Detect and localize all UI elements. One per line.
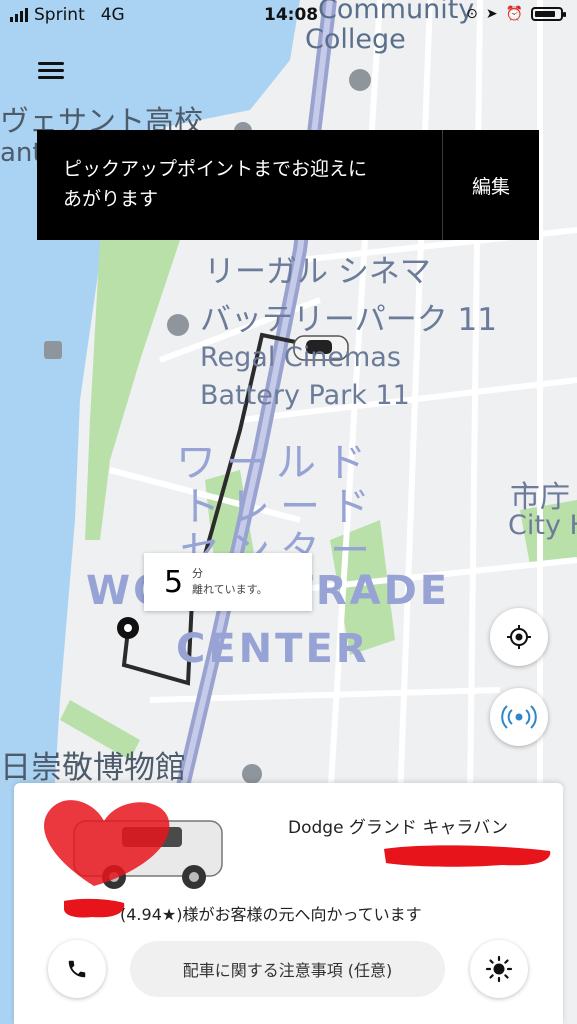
eta-bubble: 5 分 離れています。 [144,553,312,611]
network-label: 4G [100,5,125,25]
college-poi-icon [349,69,371,91]
carrier-label: Sprint [34,5,85,25]
driver-rating: (4.94★) [120,905,183,924]
pickup-notes-button[interactable]: 配車に関する注意事項 (任意) [130,941,445,997]
driver-status-text: 様がお客様の元へ向かっています [182,905,422,924]
phone-icon [68,960,86,978]
map-label-cinema-jp-2: バッテリーパーク 11 [200,302,497,338]
eta-value: 5 [164,564,184,600]
driver-status: (4.94★)様がお客様の元へ向かっています [74,901,422,925]
status-bar: Sprint 4G 14:08 ⊙ ➤ ⏰ [0,0,577,32]
cinema-poi-icon [167,314,189,336]
share-status-button[interactable] [470,940,528,998]
status-time: 14:08 [264,5,319,25]
recenter-button[interactable] [490,608,548,666]
location-arrow-icon: ➤ [485,6,498,22]
hamburger-menu-icon[interactable] [38,60,64,82]
license-plate-redacted [384,845,551,867]
battery-icon [531,7,566,21]
call-driver-button[interactable] [48,940,106,998]
vehicle-model: Dodge グランド キャラバン [288,818,509,838]
building-poi-icon [44,341,62,359]
signal-icon [10,8,28,22]
orientation-lock-icon: ⊙ [466,6,478,22]
map-label-cinema-en-2: Battery Park 11 [200,380,410,411]
eta-unit: 分 [192,567,203,580]
broadcast-icon [501,705,537,729]
map-label-cinema-en-1: Regal Cinemas [200,342,401,373]
trip-sheet: Dodge グランド キャラバン (4.94★)様がお客様の元へ向かっています … [14,783,563,1024]
pickup-banner: ピックアップポイントまでお迎えに あがります 編集 [37,130,539,240]
alarm-icon: ⏰ [505,6,523,22]
map-label-wtc-en-2: CENTER [176,626,370,672]
banner-message-line1: ピックアップポイントまでお迎えに [63,158,368,180]
map-label-cityhall-en: City H [508,510,577,541]
banner-message: ピックアップポイントまでお迎えに あがります [37,130,442,240]
safety-button[interactable] [490,688,548,746]
museum-poi-icon [242,764,262,784]
driver-car-image [44,800,223,889]
map-label-museum: 日崇敬博物館 [0,750,186,786]
eta-caption: 離れています。 [192,583,268,596]
map-label-cinema-jp-1: リーガル シネマ [204,254,431,290]
sun-icon [485,955,513,983]
edit-button[interactable]: 編集 [442,130,539,240]
banner-message-line2: あがります [63,188,159,210]
crosshair-icon [507,625,531,649]
